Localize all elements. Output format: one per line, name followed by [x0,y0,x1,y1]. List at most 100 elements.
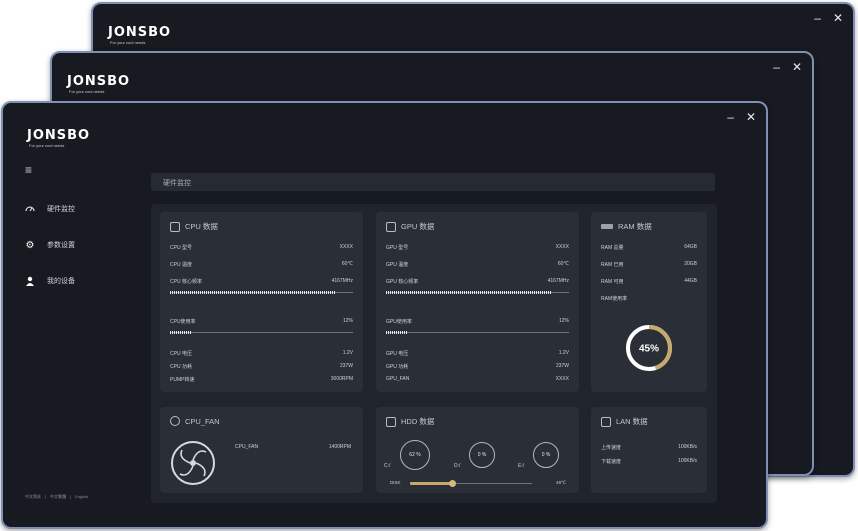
ram-available-row: RAM 可用 44GB [601,278,697,285]
app-logo: JONSBO For your cool needs [27,129,90,149]
sidebar-item-label: 我的设备 [47,278,75,285]
gpu-voltage-row: GPU 电压 1.2V [386,350,569,357]
value: 237W [555,363,569,369]
value: 1400RPM [328,444,351,450]
label: CPU 型号 [170,245,192,251]
label: CPU 核心频率 [170,279,202,285]
value: 1.2V [558,350,569,356]
minimize-button[interactable]: – [773,61,780,73]
sidebar-item-my-devices[interactable]: 我的设备 [25,276,75,286]
hdd-card: HDD 数据 C:/ 62 % D:/ 0 % E:/ 0 % DISK 49℃ [376,407,579,493]
sidebar-item-label: 硬件监控 [47,206,75,213]
gpu-model-row: GPU 型号 XXXX [386,244,569,251]
label: GPU 型号 [386,245,409,251]
disk-temp-row: DISK 49℃ [390,480,566,488]
logo-tagline: For your cool needs [29,143,65,148]
app-logo: JONSBO For your cool needs [108,26,171,46]
sidebar-item-hardware-monitor[interactable]: 硬件监控 [25,204,75,214]
cpu-usage-bar [170,330,353,336]
gpu-usage-bar [386,330,569,336]
gpu-card-title: GPU 数据 [401,222,435,231]
label: RAM使用率 [601,296,628,302]
label: PUMP转速 [170,377,195,383]
label: CPU_FAN [235,444,259,450]
lan-card-title: LAN 数据 [616,417,648,426]
app-logo: JONSBO For your cool needs [67,75,130,95]
ram-usage-percent: 45% [639,344,659,355]
drive-e-ring: 0 % [533,442,559,468]
dashboard-panel: CPU 数据 CPU 型号 XXXX CPU 温度 60℃ CPU 核心频率 4167… [151,204,717,503]
value: XXXX [555,244,569,250]
label: RAM 已用 [601,262,624,268]
ram-usage-row: RAM使用率 [601,295,697,302]
value: 4167MHz [547,278,569,284]
value: 100KB/s [678,444,697,450]
value: 237W [339,363,353,369]
lan-card: LAN 数据 上传速度 100KB/s 下载速度 100KB/s [591,407,707,493]
value: 12% [558,318,569,324]
value: 1.2V [342,350,353,356]
minimize-button[interactable]: – [814,12,821,24]
cpu-fan-card-title: CPU_FAN [185,416,220,426]
disk-temp-fill [410,482,453,485]
sidebar-item-settings[interactable]: ⚙ 参数设置 [25,239,75,251]
label: GPU 电压 [386,351,409,357]
drive-e-label: E:/ [518,463,525,469]
gpu-card: GPU 数据 GPU 型号 XXXX GPU 温度 60℃ GPU 核心频率 4167… [376,212,579,392]
ram-card: RAM 数据 RAM 总量 64GB RAM 已用 20GB RAM 可用 44GB … [591,212,707,392]
disk-temp-handle[interactable] [449,480,457,487]
close-button[interactable]: ✕ [833,12,843,24]
gpu-power-row: GPU 功耗 237W [386,363,569,370]
cpu-fan-speed-row: CPU_FAN 1400RPM [235,444,351,450]
drive-c-label: C:/ [384,463,391,469]
cpu-card-header: CPU 数据 [170,221,218,232]
fan-graphic-icon [171,441,215,485]
label: CPU 功耗 [170,364,192,370]
drive-d-ring: 0 % [469,442,495,468]
label: CPU使用率 [170,319,196,325]
cpu-fan-card: CPU_FAN CPU_FAN 1400RPM [160,407,363,493]
cpu-temp-row: CPU 温度 60℃ [170,261,353,268]
value: 64GB [684,244,697,250]
gear-icon: ⚙ [25,239,35,251]
lang-traditional-link[interactable]: 中文繁體 [50,494,66,500]
lang-english-link[interactable]: English [75,494,88,500]
close-button[interactable]: ✕ [792,61,802,73]
cpu-model-row: CPU 型号 XXXX [170,244,353,251]
value: 100KB/s [678,458,697,464]
hdd-card-title: HDD 数据 [401,417,435,426]
value: 12% [342,318,353,324]
gpu-temp-row: GPU 温度 60℃ [386,261,569,268]
value: 20GB [684,261,697,267]
drive-c-ring: 62 % [400,440,430,470]
lang-simplified-link[interactable]: 中文简体 [25,494,41,500]
ram-usage-ring: 45% [626,325,672,371]
cpu-card-title: CPU 数据 [185,222,218,231]
label: GPU 温度 [386,262,409,268]
window-controls: – ✕ [773,61,802,73]
lan-card-header: LAN 数据 [601,416,648,427]
label: GPU 功耗 [386,364,409,370]
value: 60℃ [557,261,569,267]
value: XXXX [555,376,569,382]
lan-upload-row: 上传速度 100KB/s [601,444,697,451]
label: CPU 温度 [170,262,192,268]
fan-icon [170,416,180,426]
value: 44GB [684,278,697,284]
language-links: 中文简体 | 中文繁體 | English [25,494,89,500]
speedometer-icon [25,204,35,214]
cpu-voltage-row: CPU 电压 1.2V [170,350,353,357]
gpu-usage-row: GPU使用率 12% [386,318,569,325]
drive-d-label: D:/ [454,463,461,469]
minimize-button[interactable]: – [727,111,734,123]
window-controls: – ✕ [814,12,843,24]
value: XXXX [339,244,353,250]
hdd-card-header: HDD 数据 [386,416,434,427]
hamburger-menu-icon[interactable]: ≡ [25,163,32,177]
cpu-card: CPU 数据 CPU 型号 XXXX CPU 温度 60℃ CPU 核心频率 4167… [160,212,363,392]
user-icon [25,276,35,286]
cpu-freq-row: CPU 核心频率 4167MHz [170,278,353,285]
cpu-freq-bar [170,290,353,296]
label: GPU 核心频率 [386,279,419,285]
close-button[interactable]: ✕ [746,111,756,123]
